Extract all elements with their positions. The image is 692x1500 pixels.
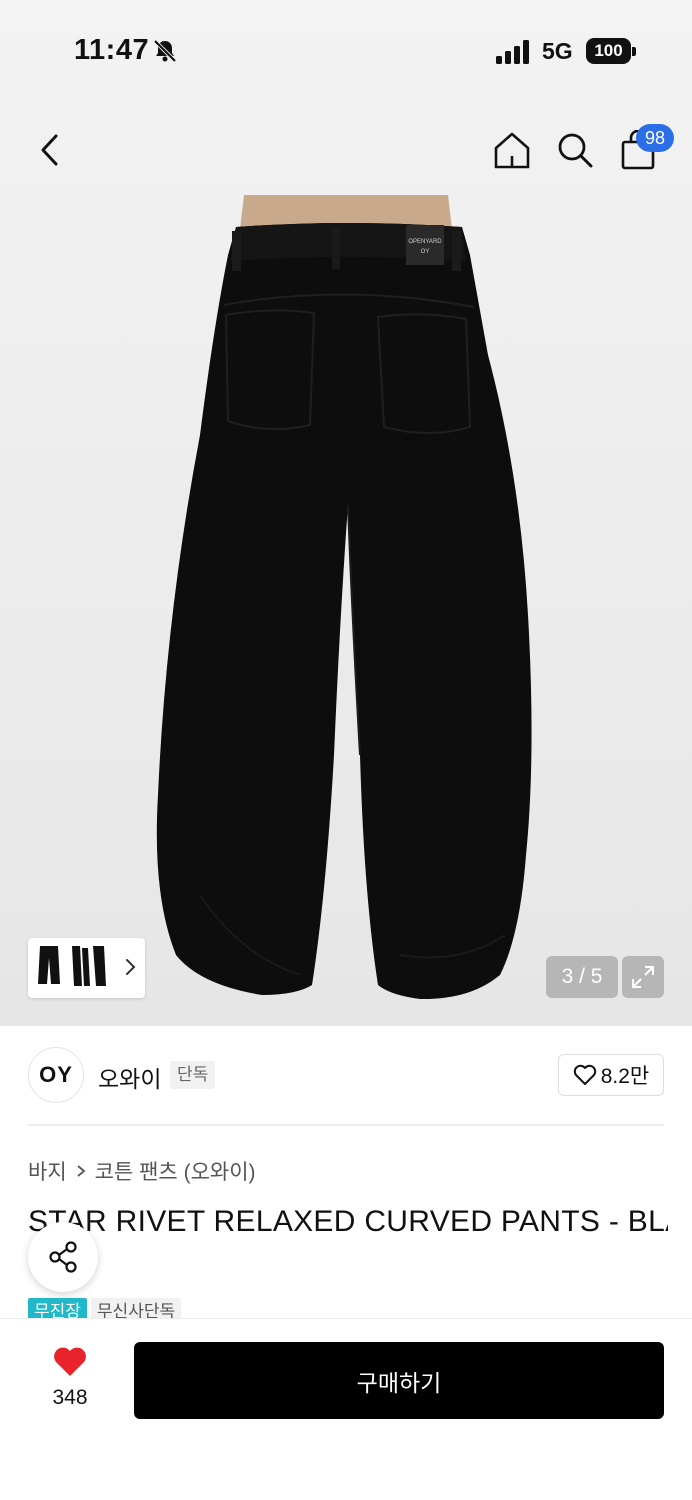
heart-outline-icon <box>573 1064 596 1085</box>
bell-muted-icon <box>153 39 177 63</box>
brand-name[interactable]: 오와이 <box>98 1060 161 1094</box>
buy-button[interactable]: 구매하기 <box>134 1342 664 1419</box>
battery-icon: 100 <box>586 38 636 64</box>
thumbnail-strip[interactable] <box>28 938 145 998</box>
share-icon <box>49 1241 77 1273</box>
back-button[interactable] <box>26 126 74 174</box>
image-counter: 3 / 5 <box>546 956 618 998</box>
search-icon <box>558 133 593 168</box>
product-title: STAR RIVET RELAXED CURVED PANTS - BLACK <box>28 1205 668 1238</box>
divider <box>28 1124 664 1126</box>
expand-icon <box>632 966 654 988</box>
chevron-right-icon <box>77 1165 86 1177</box>
brand-label-text: OPENYARD <box>408 239 442 245</box>
status-bar: 11:47 5G 100 <box>0 0 692 100</box>
thumbnail-2[interactable] <box>66 944 92 990</box>
breadcrumb-category[interactable]: 바지 <box>28 1156 67 1186</box>
chevron-left-icon <box>41 134 58 166</box>
share-button[interactable] <box>28 1222 98 1292</box>
breadcrumb-subcategory[interactable]: 코튼 팬츠 (오와이) <box>95 1156 256 1186</box>
brand-like-button[interactable]: 8.2만 <box>558 1054 664 1096</box>
product-gallery[interactable]: 11:47 5G 100 98 OPENYARD OY 3 / 5 <box>0 0 692 1026</box>
signal-icon <box>496 40 529 64</box>
breadcrumb: 바지 코튼 팬츠 (오와이) <box>28 1156 256 1186</box>
expand-button[interactable] <box>622 956 664 998</box>
exclusive-badge: 단독 <box>170 1061 216 1089</box>
thumbnail-3[interactable] <box>90 944 108 990</box>
heart-filled-icon <box>54 1347 86 1376</box>
home-icon <box>494 132 530 169</box>
chevron-right-icon <box>126 959 136 975</box>
battery-level: 100 <box>586 38 631 64</box>
home-button[interactable] <box>488 126 536 174</box>
brand-logo[interactable]: OY <box>28 1047 84 1103</box>
product-image[interactable]: OPENYARD OY <box>0 195 692 1015</box>
brand-like-count: 8.2만 <box>600 1065 650 1088</box>
thumbnail-1[interactable] <box>36 944 62 990</box>
network-type: 5G <box>542 38 573 64</box>
status-time: 11:47 <box>74 34 150 66</box>
cart-count-badge: 98 <box>636 124 674 152</box>
wishlist-count: 348 <box>52 1386 88 1409</box>
brand-label-subtext: OY <box>421 249 430 255</box>
search-button[interactable] <box>551 126 599 174</box>
